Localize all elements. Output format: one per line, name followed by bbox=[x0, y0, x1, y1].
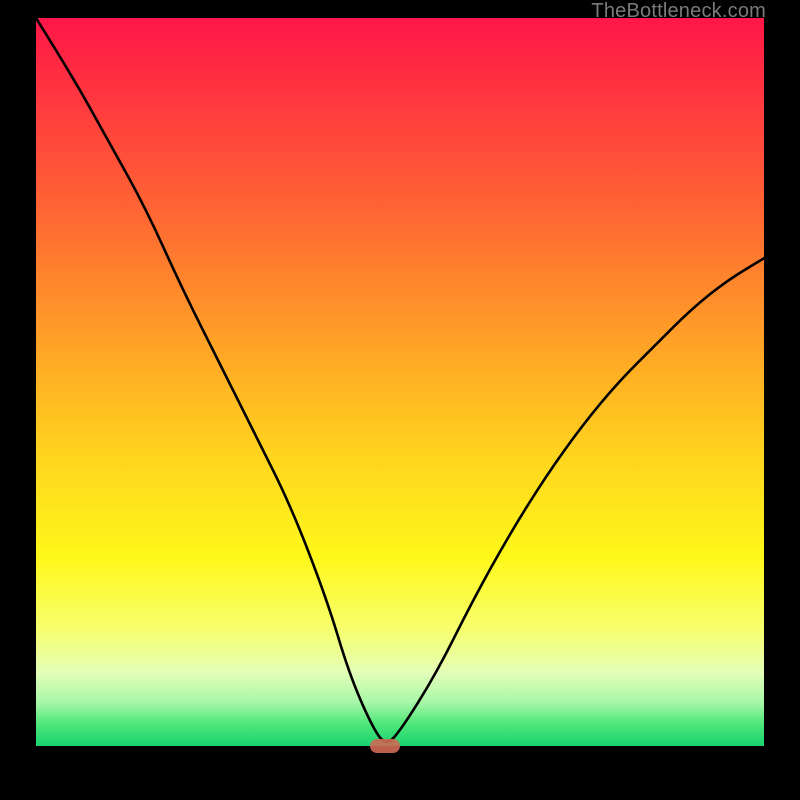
plot-area bbox=[36, 18, 764, 746]
chart-frame: { "watermark": "TheBottleneck.com", "col… bbox=[0, 0, 800, 800]
minimum-marker bbox=[370, 739, 400, 753]
curve-svg bbox=[36, 18, 764, 746]
bottleneck-curve-path bbox=[36, 18, 764, 742]
